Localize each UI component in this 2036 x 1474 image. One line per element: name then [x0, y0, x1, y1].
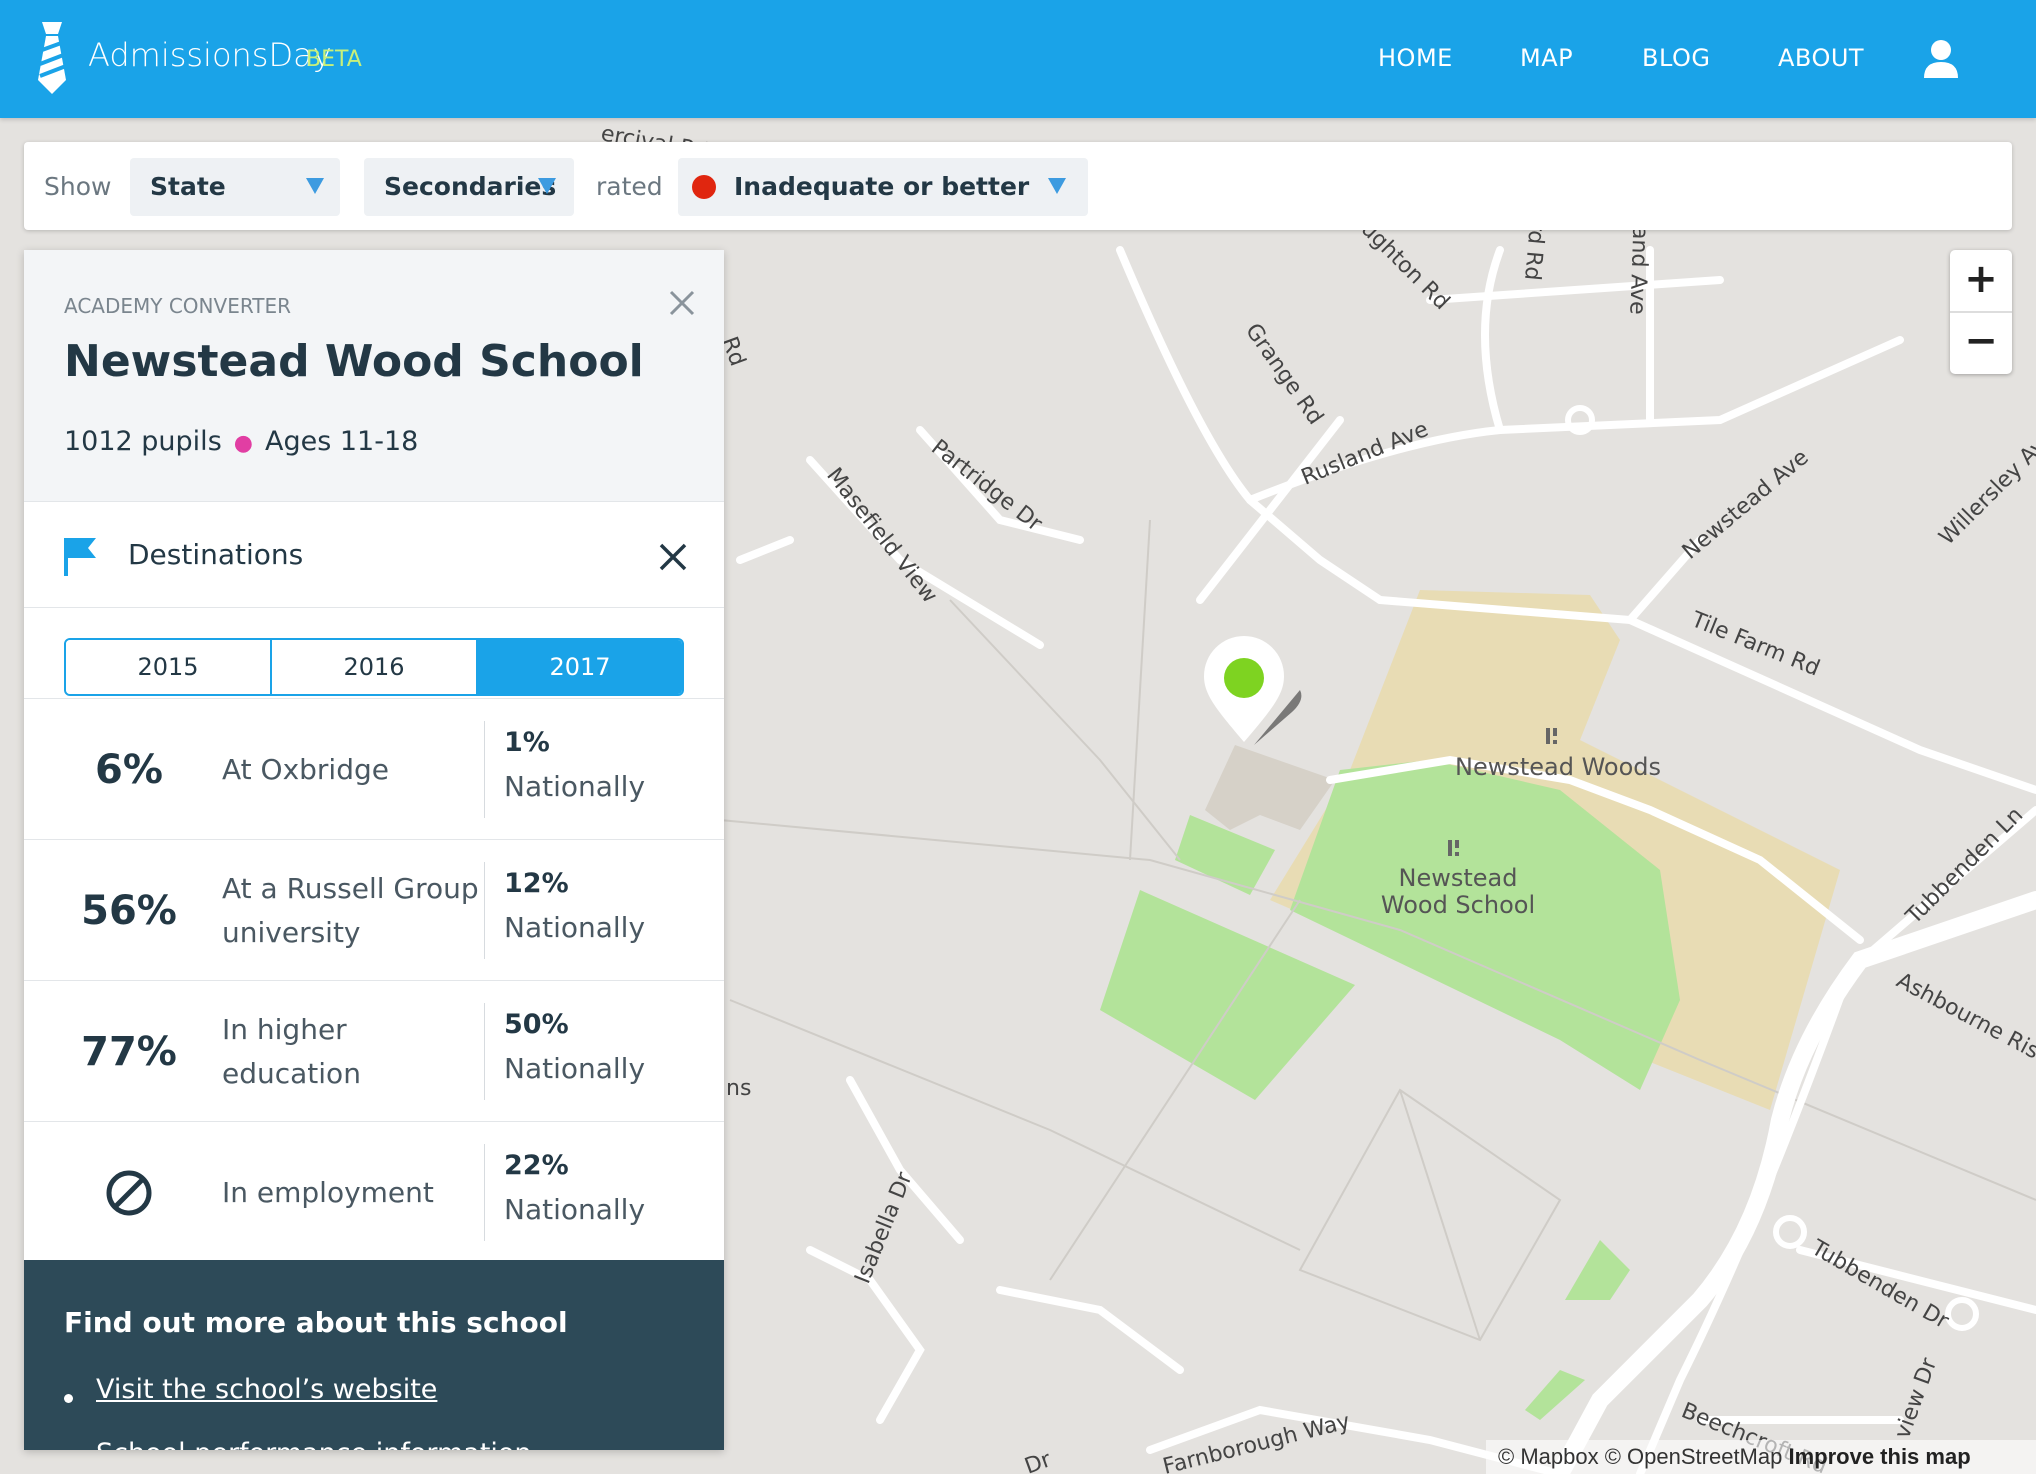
more-info-section: Find out more about this school Visit th…	[24, 1260, 724, 1450]
close-destinations-icon[interactable]	[658, 542, 688, 572]
school-name: Newstead Wood School	[64, 336, 644, 387]
mapbox-attribution-link[interactable]: © Mapbox	[1498, 1444, 1599, 1469]
tie-logo-icon[interactable]	[32, 20, 72, 96]
national-label: Nationally	[504, 911, 646, 944]
school-website-link[interactable]: Visit the school’s website	[96, 1374, 437, 1405]
close-panel-icon[interactable]	[667, 288, 697, 318]
flag-icon	[64, 538, 96, 576]
national-stat: 50% Nationally	[504, 1003, 645, 1091]
school-summary: ACADEMY CONVERTER Newstead Wood School 1…	[24, 250, 724, 502]
destinations-header: Destinations	[24, 502, 724, 608]
show-label: Show	[44, 172, 112, 201]
school-meta: 1012 pupils ● Ages 11-18	[64, 426, 418, 457]
rating-select-value: Inadequate or better	[734, 172, 1030, 201]
stat-row-oxbridge: 6% At Oxbridge 1% Nationally	[24, 699, 724, 840]
zoom-out-button[interactable]: −	[1950, 312, 2012, 374]
national-pct: 12%	[504, 868, 569, 899]
state-select-value: State	[150, 172, 226, 201]
brand-name[interactable]: AdmissionsDay	[88, 36, 332, 74]
national-stat: 22% Nationally	[504, 1144, 645, 1232]
school-panel: ACADEMY CONVERTER Newstead Wood School 1…	[24, 250, 724, 1450]
stat-value: 77%	[81, 1028, 177, 1075]
destinations-title: Destinations	[128, 538, 304, 571]
street-label: ns	[726, 1076, 751, 1101]
stat-value: 6%	[95, 746, 163, 793]
zoom-control: + −	[1950, 250, 2012, 374]
not-available-icon	[106, 1170, 152, 1215]
divider	[484, 862, 485, 959]
stat-value: 56%	[81, 887, 177, 934]
nav-map[interactable]: MAP	[1520, 44, 1573, 72]
stat-label: At Oxbridge	[222, 752, 389, 786]
stat-row-russell-group: 56% At a Russell Group university 12% Na…	[24, 840, 724, 981]
osm-attribution-link[interactable]: © OpenStreetMap	[1605, 1444, 1783, 1469]
zoom-in-button[interactable]: +	[1950, 250, 2012, 312]
year-2015-tab[interactable]: 2015	[66, 640, 272, 694]
stat-label: In employment	[222, 1175, 434, 1209]
divider	[484, 1003, 485, 1100]
pupil-count: 1012 pupils	[64, 426, 222, 457]
stat-label: At a Russell Group university	[222, 871, 479, 949]
school-type-select[interactable]: Secondaries	[364, 158, 574, 216]
chevron-down-icon	[306, 178, 324, 194]
national-label: Nationally	[504, 770, 646, 803]
poi-label: Newstead Woods	[1455, 753, 1661, 781]
school-type-select-value: Secondaries	[384, 172, 557, 201]
top-navbar: AdmissionsDay BETA HOME MAP BLOG ABOUT	[0, 0, 2036, 118]
rated-label: rated	[596, 172, 663, 201]
more-info-title: Find out more about this school	[64, 1306, 568, 1339]
divider	[484, 721, 485, 818]
performance-info-link[interactable]: School performance information	[96, 1438, 532, 1450]
chevron-down-icon	[538, 178, 556, 194]
state-select[interactable]: State	[130, 158, 340, 216]
nav-about[interactable]: ABOUT	[1778, 44, 1864, 72]
destinations-table: 6% At Oxbridge 1% Nationally 56% At a Ru…	[24, 698, 724, 1263]
poi-label: Wood School	[1381, 891, 1535, 919]
rating-color-dot	[692, 175, 716, 199]
national-pct: 1%	[504, 727, 550, 758]
map-attribution: © Mapbox © OpenStreetMap Improve this ma…	[1486, 1440, 2036, 1474]
filter-bar: Show State Secondaries rated Inadequate …	[24, 142, 2012, 230]
year-2016-tab[interactable]: 2016	[272, 640, 478, 694]
stat-row-higher-education: 77% In higher education 50% Nationally	[24, 981, 724, 1122]
national-label: Nationally	[504, 1193, 646, 1226]
bullet	[64, 1394, 73, 1403]
stat-value-unavailable	[64, 1122, 194, 1263]
user-icon[interactable]	[1922, 38, 1960, 78]
national-stat: 1% Nationally	[504, 721, 645, 809]
national-label: Nationally	[504, 1052, 646, 1085]
stat-row-employment: In employment 22% Nationally	[24, 1122, 724, 1263]
separator-dot: ●	[233, 431, 253, 456]
nav-blog[interactable]: BLOG	[1642, 44, 1710, 72]
national-stat: 12% Nationally	[504, 862, 645, 950]
rating-select[interactable]: Inadequate or better	[678, 158, 1088, 216]
age-range: Ages 11-18	[264, 426, 419, 457]
national-pct: 50%	[504, 1009, 569, 1040]
chevron-down-icon	[1048, 178, 1066, 194]
poi-label: Newstead	[1399, 864, 1518, 892]
national-pct: 22%	[504, 1150, 569, 1181]
beta-badge: BETA	[306, 47, 362, 72]
year-2017-tab[interactable]: 2017	[478, 640, 682, 694]
improve-map-link[interactable]: Improve this map	[1788, 1444, 1970, 1469]
divider	[484, 1144, 485, 1241]
school-type-label: ACADEMY CONVERTER	[64, 294, 292, 318]
stat-label: In higher education	[222, 1012, 361, 1090]
nav-home[interactable]: HOME	[1378, 44, 1453, 72]
year-toggle: 2015 2016 2017	[64, 638, 684, 696]
